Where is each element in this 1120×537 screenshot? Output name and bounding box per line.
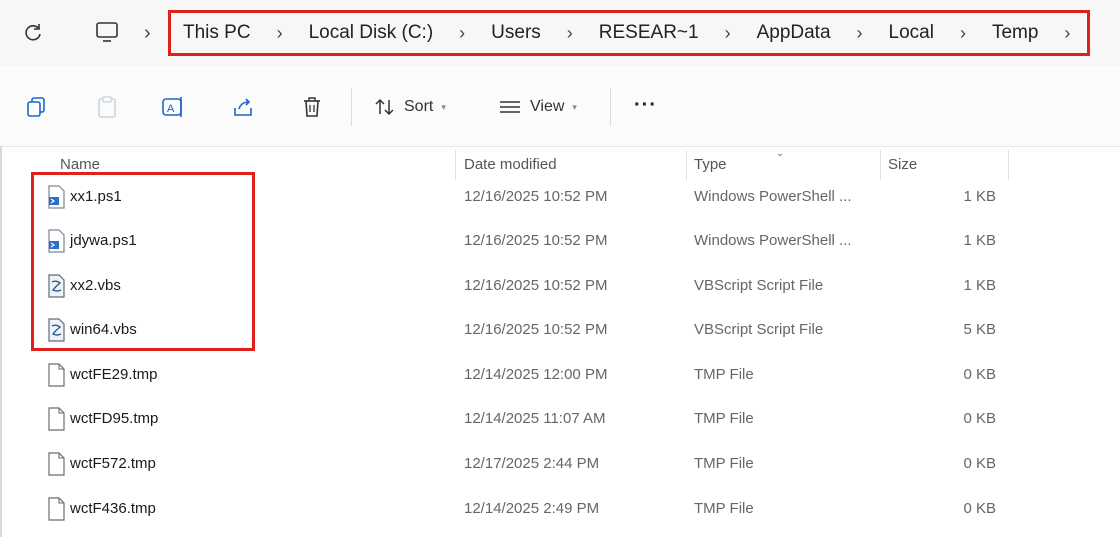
column-header-size[interactable]: Size — [888, 156, 917, 173]
file-size: 1 KB — [963, 232, 996, 249]
share-icon[interactable] — [230, 94, 256, 120]
file-size: 0 KB — [963, 500, 996, 517]
blank-file-icon — [48, 452, 65, 476]
address-bar: › This PC › Local Disk (C:) › Users › RE… — [0, 0, 1120, 66]
view-label: View — [530, 98, 565, 115]
file-size: 0 KB — [963, 455, 996, 472]
delete-icon[interactable] — [299, 94, 325, 120]
file-date: 12/16/2025 10:52 PM — [464, 232, 608, 249]
view-list-icon — [500, 101, 520, 113]
file-type: Windows PowerShell ... — [694, 188, 852, 205]
file-name: wctFD95.tmp — [70, 410, 159, 427]
highlight-box — [31, 172, 255, 351]
view-button[interactable]: View ▾ — [498, 94, 577, 120]
breadcrumb-item-users[interactable]: Users — [491, 22, 541, 44]
breadcrumb-item-resear[interactable]: RESEAR~1 — [599, 22, 699, 44]
file-date: 12/14/2025 11:07 AM — [464, 410, 606, 427]
file-type: TMP File — [694, 455, 754, 472]
file-type: VBScript Script File — [694, 321, 824, 338]
file-date: 12/16/2025 10:52 PM — [464, 277, 608, 294]
paste-icon — [98, 96, 116, 118]
rename-icon[interactable]: A — [160, 94, 186, 120]
copy-icon[interactable] — [24, 94, 50, 120]
breadcrumb: This PC › Local Disk (C:) › Users › RESE… — [168, 10, 1090, 56]
file-date: 12/14/2025 12:00 PM — [464, 366, 608, 383]
refresh-icon[interactable] — [22, 21, 44, 43]
file-type: VBScript Script File — [694, 277, 824, 294]
file-type: TMP File — [694, 366, 754, 383]
chevron-right-icon[interactable]: › — [857, 23, 863, 44]
file-date: 12/16/2025 10:52 PM — [464, 321, 608, 338]
svg-text:A: A — [167, 103, 175, 115]
file-size: 0 KB — [963, 366, 996, 383]
column-header-name[interactable]: Name — [60, 156, 100, 173]
breadcrumb-item-temp[interactable]: Temp — [992, 22, 1038, 44]
table-row[interactable]: wctF572.tmp 12/17/2025 2:44 PM TMP File … — [0, 442, 1120, 486]
sort-button[interactable]: Sort ▾ — [374, 94, 446, 120]
blank-file-icon — [48, 363, 65, 387]
chevron-right-icon[interactable]: › — [725, 23, 731, 44]
monitor-icon[interactable] — [94, 20, 120, 44]
file-date: 12/16/2025 10:52 PM — [464, 188, 608, 205]
chevron-right-icon[interactable]: › — [1064, 23, 1070, 44]
breadcrumb-item-local-disk[interactable]: Local Disk (C:) — [309, 22, 434, 44]
file-name: wctF572.tmp — [70, 455, 156, 472]
table-row[interactable]: wctFD95.tmp 12/14/2025 11:07 AM TMP File… — [0, 397, 1120, 441]
toolbar-divider — [610, 88, 611, 126]
chevron-right-icon[interactable]: › — [277, 23, 283, 44]
breadcrumb-item-local[interactable]: Local — [889, 22, 934, 44]
file-size: 0 KB — [963, 410, 996, 427]
breadcrumb-item-appdata[interactable]: AppData — [757, 22, 831, 44]
column-header-type[interactable]: Type — [694, 156, 727, 173]
file-size: 5 KB — [963, 321, 996, 338]
sort-icon — [375, 98, 394, 116]
chevron-down-icon: ▾ — [572, 101, 577, 112]
file-size: 1 KB — [963, 188, 996, 205]
more-options-icon[interactable]: ··· — [634, 94, 657, 117]
blank-file-icon — [48, 407, 65, 431]
table-row[interactable]: wctFE29.tmp 12/14/2025 12:00 PM TMP File… — [0, 353, 1120, 397]
chevron-right-icon[interactable]: › — [144, 22, 151, 45]
command-bar: A Sort ▾ View ▾ ··· — [0, 66, 1120, 147]
file-date: 12/17/2025 2:44 PM — [464, 455, 600, 472]
file-date: 12/14/2025 2:49 PM — [464, 500, 600, 517]
chevron-right-icon[interactable]: › — [459, 23, 465, 44]
file-name: wctFE29.tmp — [70, 366, 158, 383]
toolbar-divider — [351, 88, 352, 126]
table-row[interactable]: wctF436.tmp 12/14/2025 2:49 PM TMP File … — [0, 487, 1120, 531]
sort-label: Sort — [404, 98, 434, 115]
blank-file-icon — [48, 497, 65, 521]
sort-indicator-icon: ⌄ — [776, 148, 785, 159]
chevron-right-icon[interactable]: › — [567, 23, 573, 44]
chevron-right-icon[interactable]: › — [960, 23, 966, 44]
breadcrumb-item-this-pc[interactable]: This PC — [183, 22, 251, 44]
file-name: wctF436.tmp — [70, 500, 156, 517]
file-type: Windows PowerShell ... — [694, 232, 852, 249]
file-type: TMP File — [694, 500, 754, 517]
column-header-date[interactable]: Date modified — [464, 156, 557, 173]
file-type: TMP File — [694, 410, 754, 427]
chevron-down-icon: ▾ — [441, 101, 446, 112]
file-size: 1 KB — [963, 277, 996, 294]
